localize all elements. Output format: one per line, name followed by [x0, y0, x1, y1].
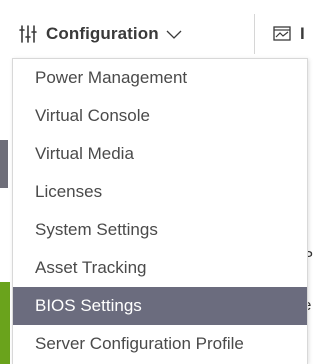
nav-configuration-menu[interactable]: Configuration	[18, 20, 182, 48]
menu-item-server-configuration-profile[interactable]: Server Configuration Profile	[13, 325, 307, 363]
nav-next-item-label[interactable]: I	[300, 24, 313, 44]
menu-item-bios-settings[interactable]: BIOS Settings	[13, 287, 307, 325]
configuration-dropdown-menu: Power Management Virtual Console Virtual…	[12, 58, 308, 364]
nav-divider	[254, 14, 255, 54]
menu-item-virtual-media[interactable]: Virtual Media	[13, 135, 307, 173]
menu-item-asset-tracking[interactable]: Asset Tracking	[13, 249, 307, 287]
sliders-icon	[18, 24, 38, 44]
menu-item-virtual-console[interactable]: Virtual Console	[13, 97, 307, 135]
nav-configuration-label: Configuration	[46, 24, 159, 43]
background-accent-bar	[0, 140, 8, 188]
monitor-icon[interactable]	[272, 24, 292, 44]
top-navigation-bar: Configuration I	[0, 0, 313, 60]
menu-item-power-management[interactable]: Power Management	[13, 59, 307, 97]
menu-item-system-settings[interactable]: System Settings	[13, 211, 307, 249]
background-status-bar	[0, 282, 10, 364]
chevron-down-icon	[166, 26, 182, 42]
menu-item-licenses[interactable]: Licenses	[13, 173, 307, 211]
